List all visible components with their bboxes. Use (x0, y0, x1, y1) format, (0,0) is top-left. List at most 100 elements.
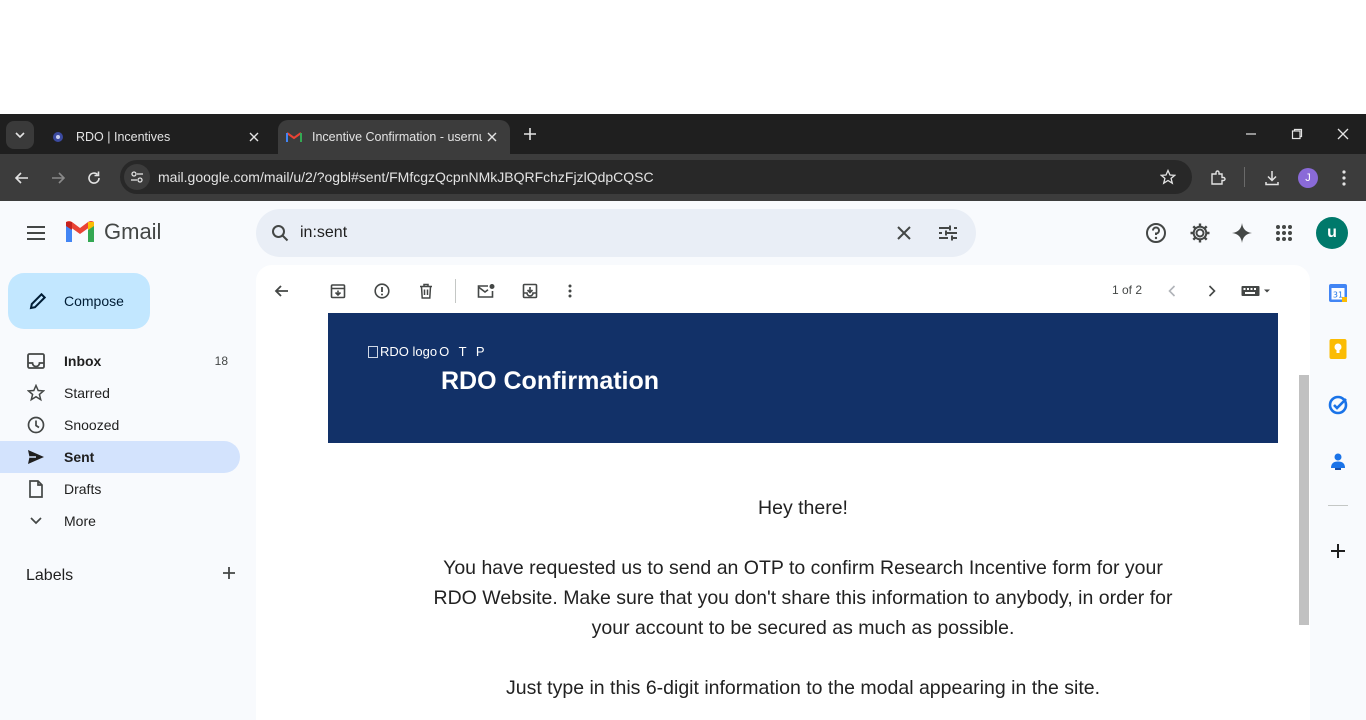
apps-button[interactable] (1268, 217, 1300, 249)
message-pane: 1 of 2 RDO logo O T P RDO Confirmation H… (256, 265, 1310, 720)
search-icon[interactable] (268, 221, 292, 245)
sidebar-item-snoozed[interactable]: Snoozed (0, 409, 240, 441)
create-label-button[interactable] (222, 566, 236, 585)
kebab-menu-icon (1342, 170, 1346, 186)
rdo-favicon-icon (50, 129, 66, 145)
compose-button[interactable]: Compose (8, 273, 150, 329)
arrow-right-icon (52, 172, 66, 184)
scrollbar-thumb[interactable] (1299, 375, 1309, 625)
tab-title: RDO | Incentives (76, 130, 171, 144)
sidebar-item-drafts[interactable]: Drafts (0, 473, 240, 505)
archive-icon (330, 284, 346, 299)
logo-alt-text: RDO logo (380, 344, 438, 359)
side-panel: 31 (1310, 265, 1366, 720)
sidebar-item-label: Inbox (64, 353, 102, 369)
tasks-icon (1328, 395, 1348, 415)
inbox-icon (26, 351, 46, 371)
compose-label: Compose (64, 293, 124, 309)
report-spam-button[interactable] (368, 277, 396, 305)
gmail-logo[interactable]: Gmail (64, 219, 161, 245)
contacts-icon (1331, 453, 1345, 470)
sidebar-item-sent[interactable]: Sent (0, 441, 240, 473)
blank-area (0, 0, 1366, 114)
move-to-button[interactable] (516, 277, 544, 305)
sidebar-item-label: Drafts (64, 481, 102, 497)
body-paragraph: Just type in this 6-digit information to… (506, 677, 1100, 699)
main-menu-button[interactable] (20, 217, 52, 249)
calendar-app-button[interactable]: 31 (1326, 281, 1350, 305)
keep-app-button[interactable] (1326, 337, 1350, 361)
help-icon (1146, 223, 1166, 243)
browser-menu-button[interactable] (1330, 164, 1358, 192)
sparkle-icon (1232, 223, 1252, 243)
email-body: Hey there! You have requested us to send… (328, 447, 1278, 703)
browser-tab[interactable]: RDO | Incentives (42, 120, 272, 154)
sidebar-item-label: More (64, 513, 96, 529)
reload-button[interactable] (80, 164, 108, 192)
sidebar-nav: Inbox 18 Starred Snoozed Sent Drafts Mor… (0, 345, 240, 537)
email-banner: RDO logo O T P RDO Confirmation (328, 313, 1278, 443)
broken-image-icon (368, 345, 378, 358)
pencil-icon (26, 289, 50, 313)
calendar-icon: 31 (1329, 284, 1347, 302)
bookmark-star-icon[interactable] (1156, 165, 1180, 189)
support-button[interactable] (1140, 217, 1172, 249)
back-button[interactable] (8, 164, 36, 192)
minimize-icon (1246, 133, 1256, 135)
pagination-text: 1 of 2 (1112, 283, 1143, 297)
arrow-left-icon (274, 285, 288, 297)
tasks-app-button[interactable] (1326, 393, 1350, 417)
minimize-button[interactable] (1228, 120, 1274, 148)
site-settings-icon[interactable] (124, 164, 150, 190)
profile-button[interactable]: J (1294, 164, 1322, 192)
tab-search-button[interactable] (6, 121, 34, 149)
settings-button[interactable] (1184, 217, 1216, 249)
browser-tab-active[interactable]: Incentive Confirmation - usernu (278, 120, 510, 154)
close-icon[interactable] (482, 127, 502, 147)
body-paragraph: You have requested us to send an OTP to … (433, 557, 1173, 639)
clear-search-button[interactable] (888, 217, 920, 249)
browser-tabstrip: RDO | Incentives Incentive Confirmation … (0, 114, 1366, 154)
gmail-favicon-icon (286, 129, 302, 145)
address-bar[interactable]: mail.google.com/mail/u/2/?ogbl#sent/FMfc… (120, 160, 1192, 194)
restore-button[interactable] (1274, 120, 1320, 148)
account-avatar[interactable]: u (1316, 217, 1348, 249)
sidebar-item-more[interactable]: More (0, 505, 240, 537)
downloads-button[interactable] (1258, 164, 1286, 192)
close-icon[interactable] (244, 127, 264, 147)
rdo-logo-image: RDO logo O T P (368, 344, 488, 359)
sidebar-item-inbox[interactable]: Inbox 18 (0, 345, 240, 377)
browser-toolbar: mail.google.com/mail/u/2/?ogbl#sent/FMfc… (0, 154, 1366, 201)
newer-button[interactable] (1158, 277, 1186, 305)
new-tab-button[interactable] (518, 122, 542, 146)
sidebar-item-label: Snoozed (64, 417, 120, 433)
delete-button[interactable] (412, 277, 440, 305)
forward-button[interactable] (44, 164, 72, 192)
back-to-sent-button[interactable] (268, 277, 296, 305)
close-window-button[interactable] (1320, 120, 1366, 148)
svg-text:31: 31 (1333, 291, 1343, 300)
greeting-text: Hey there! (758, 497, 848, 519)
older-button[interactable] (1198, 277, 1226, 305)
draft-icon (26, 479, 46, 499)
toolbar-divider (455, 279, 456, 303)
archive-button[interactable] (324, 277, 352, 305)
gemini-button[interactable] (1226, 217, 1258, 249)
clock-icon (26, 415, 46, 435)
more-actions-button[interactable] (556, 277, 584, 305)
tune-icon (939, 225, 957, 241)
search-bar[interactable] (256, 209, 976, 257)
labels-heading: Labels (26, 566, 74, 584)
input-tools-button[interactable] (1238, 277, 1274, 305)
search-input[interactable] (300, 224, 888, 242)
otp-text: O T P (439, 344, 488, 359)
chevron-down-icon (15, 132, 25, 139)
search-options-button[interactable] (932, 217, 964, 249)
extensions-button[interactable] (1204, 164, 1232, 192)
get-addons-button[interactable] (1326, 539, 1350, 563)
contacts-app-button[interactable] (1326, 449, 1350, 473)
sidebar-item-starred[interactable]: Starred (0, 377, 240, 409)
plus-icon (524, 128, 536, 140)
trash-icon (420, 283, 432, 299)
mark-unread-button[interactable] (472, 277, 500, 305)
